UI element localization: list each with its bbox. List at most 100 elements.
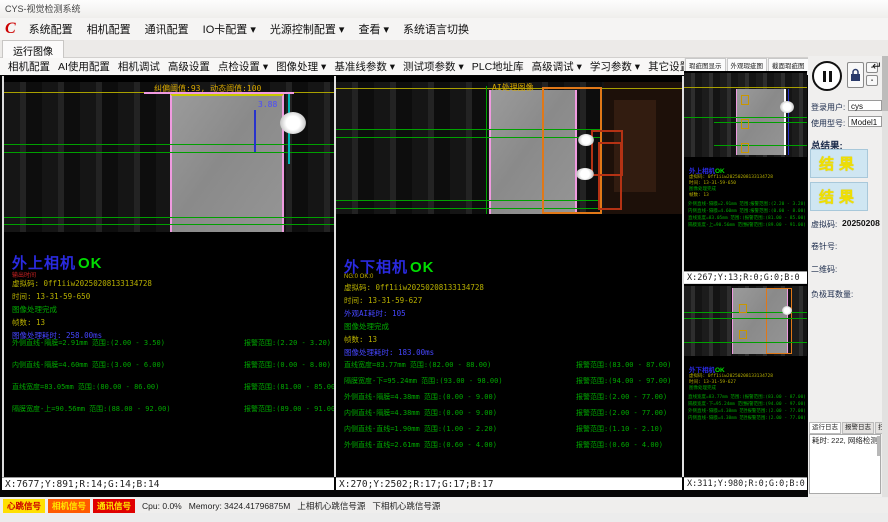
log-tabs: 运行日志 报警日志 扫码日志 [808,422,882,434]
defect-marker [741,143,749,153]
defect-bottom-pixel-readout: X:311;Y:980;R:0;G:0;B:0 [684,477,807,490]
tab-run-log[interactable]: 运行日志 [809,422,841,434]
upper-frame-count: 帧数: 13 [12,317,45,328]
lower-process-done: 图像处理完成 [344,321,389,332]
result-box-upper: 结果 [810,149,868,178]
model-field[interactable]: Model1 [848,116,882,127]
debris-blob [780,101,794,113]
tool-ai-config[interactable]: AI使用配置 [58,59,110,74]
menu-language[interactable]: 系统语言切换 [397,19,475,39]
debris-blob [782,306,792,315]
menu-io-config[interactable]: IO卡配置 ▾ [197,19,262,39]
sidebar: ▪ ▪ ↵ 登录用户: cys 使用型号: Model1 总结果: 结果 结果 … [808,56,888,497]
memory-usage: Memory: 3424.41796875M [189,501,291,511]
lower-frame-count: 帧数: 13 [344,334,377,345]
sidebar-scrollbar-track[interactable] [882,56,888,497]
login-user-field[interactable]: cys [848,100,882,111]
menu-comm-config[interactable]: 通讯配置 [139,19,195,39]
tab-appearance-defect[interactable]: 外观瑕疵图 [727,58,768,72]
ok-status: OK [410,259,435,276]
login-user-label: 登录用户: [811,102,845,113]
measurement-row: 外侧直线-隔膜=2.91mm 范围:(2.00 - 3.50)报警范围:(2.2… [12,338,331,348]
measurement-row: 直线宽度=83.77mm 范围:(82.00 - 88.00)报警范围:(83.… [344,360,671,370]
lock-button[interactable] [847,62,864,88]
refresh-button[interactable]: ▪ [866,75,878,86]
tab-defect-display[interactable]: 瑕疵图显示 [685,58,726,72]
lower-camera-image[interactable]: AI处理图像 [336,82,682,214]
upper-process-done: 图像处理完成 [12,304,57,315]
heartbeat-signal-badge: 心跳信号 [3,499,45,513]
menu-bar: C 系统配置 相机配置 通讯配置 IO卡配置 ▾ 光源控制配置 ▾ 查看 ▾ 系… [0,18,888,40]
tool-spot-check[interactable]: 点检设置 ▾ [218,59,268,74]
pause-icon [823,71,826,82]
ai-image-overlay-text: AI处理图像 [492,82,534,93]
result-box-lower: 结果 [810,182,868,211]
lower-virtual-code: 虚拟码: 0ff1iiw20250208133134728 [344,282,484,293]
menu-view[interactable]: 查看 ▾ [352,19,395,39]
measurement-row: 外侧直线-隔膜=4.38mm 范围:(0.00 - 9.00)报警范围:(2.0… [344,392,667,402]
negative-tab-count-label: 负极耳数量: [811,289,853,300]
measurement-row: 内侧直线-隔膜=4.60mm 范围:(3.00 - 6.00)报警范围:(0.0… [12,360,331,370]
window-title: CYS-视觉检测系统 [0,0,888,18]
lower-time: 时间: 13-31-59-627 [344,295,422,306]
defect-top-image[interactable] [684,73,807,157]
defect-marker [741,119,749,129]
tool-image-processing[interactable]: 图像处理 ▾ [276,59,326,74]
upper-time: 时间: 13-31-59-650 [12,291,90,302]
pause-button[interactable] [812,61,842,91]
tool-learning-params[interactable]: 学习参数 ▾ [590,59,640,74]
upper-camera-heartbeat: 上相机心跳信号源 [297,500,365,512]
lower-process-time: 图像处理耗时: 183.00ms [344,347,434,358]
threshold-overlay-text: 纠偏阈值:93, 动态阈值:100 [154,83,261,94]
lower-camera-heartbeat: 下相机心跳信号源 [372,500,440,512]
lower-camera-panel[interactable]: AI处理图像 外下相机OK NG:0 OK:0 虚拟码: 0ff1iiw2025… [336,76,682,477]
tool-advanced-settings[interactable]: 高级设置 [168,59,210,74]
menu-system-config[interactable]: 系统配置 [23,19,79,39]
log-scrollbar[interactable] [877,436,880,456]
tab-run-image[interactable]: 运行图像 [2,40,64,59]
tab-section-defect[interactable]: 截面瑕疵图 [768,58,809,72]
sidebar-scrollbar-thumb[interactable] [882,56,888,111]
lower-camera-pixel-readout: X:270;Y:2502;R:17;G:17;B:17 [336,477,682,490]
upper-camera-panel[interactable]: 纠偏阈值:93, 动态阈值:100 3.88 外上相机OK 输出时间 虚拟码: … [2,76,334,477]
cpu-usage: Cpu: 0.0% [142,501,182,511]
camera-signal-badge: 相机信号 [48,499,90,513]
defect-bottom-panel[interactable]: 外下相机OK 虚拟码: 0ff1iiw20250208133134728 时间:… [684,284,807,477]
measurement-row: 外侧直线-直线=2.61mm 范围:(0.60 - 4.00)报警范围:(0.6… [344,440,663,450]
debris-blob [578,134,594,146]
virtual-code-value: 20250208 [842,218,880,228]
winding-pin-label: 卷针号: [811,241,837,252]
tool-test-params[interactable]: 测试项参数 ▾ [403,59,464,74]
comm-signal-badge: 通讯信号 [93,499,135,513]
defect-marker [739,330,747,339]
lock-icon [850,68,861,82]
ok-status: OK [78,255,103,272]
tool-plc-address[interactable]: PLC地址库 [472,59,524,74]
tool-camera-debug[interactable]: 相机调试 [118,59,160,74]
measurement-row: 隔膜宽度-上=90.56mm 范围:(88.00 - 92.00)报警范围:(8… [12,404,334,414]
upper-camera-pixel-readout: X:7677;Y:891;R:14;G:14;B:14 [2,477,334,490]
tool-camera-config[interactable]: 相机配置 [8,59,50,74]
defect-bottom-image[interactable] [684,286,807,356]
status-bar: 心跳信号 相机信号 通讯信号 Cpu: 0.0% Memory: 3424.41… [0,498,888,513]
debris-blob [576,168,594,180]
tab-alarm-log[interactable]: 报警日志 [842,422,874,434]
upper-camera-image[interactable]: 纠偏阈值:93, 动态阈值:100 3.88 [4,82,334,232]
defect-top-panel[interactable]: 外上相机OK 虚拟码: 0ff1iiw20250208133134728 时间:… [684,71,807,271]
app-logo-icon: C [5,20,16,38]
qr-code-label: 二维码: [811,264,837,275]
measurement-row: 直线宽度=83.05mm 范围:(80.00 - 86.00)报警范围:(81.… [12,382,334,392]
lower-camera-subtitle: NG:0 OK:0 [344,274,373,280]
menu-camera-config[interactable]: 相机配置 [81,19,137,39]
tool-baseline-params[interactable]: 基准线参数 ▾ [334,59,395,74]
tool-advanced-debug[interactable]: 高级调试 ▾ [532,59,582,74]
model-label: 使用型号: [811,118,845,129]
log-output[interactable]: 耗时: 222, 网络检测耗时: 17, 网络分类耗时: 0, 网络模块分类耗时… [809,434,881,494]
measurement-row: 内侧直线-隔膜=4.38mm 范围:(0.00 - 9.00)报警范围:(2.0… [344,408,667,418]
debris-blob [280,112,306,134]
measurement-row: 内侧直线-直线=1.90mm 范围:(1.00 - 2.20)报警范围:(1.1… [344,424,663,434]
menu-light-config[interactable]: 光源控制配置 ▾ [264,19,351,39]
panel-separator [334,76,336,477]
return-arrow-icon: ↵ [872,59,882,73]
defect-view-tabs: 瑕疵图显示 外观瑕疵图 截面瑕疵图 [684,58,807,71]
